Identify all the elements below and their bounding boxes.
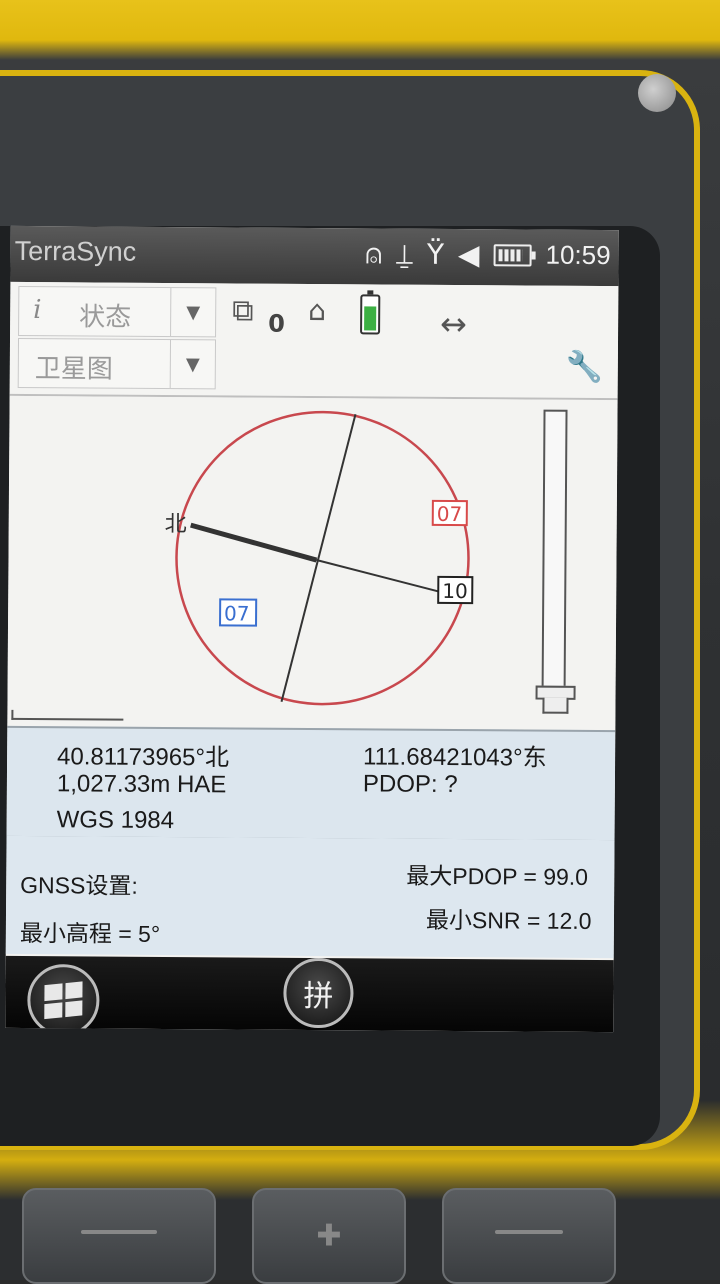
gnss-settings-title: GNSS设置: (20, 871, 138, 899)
clock[interactable]: 10:59 (545, 240, 610, 271)
hardware-left-softkey[interactable] (22, 1188, 216, 1284)
info-icon: i (33, 295, 42, 326)
toolbar: i 状态 ▼ 卫星图 ▼ ⧉ 0 ⌂ ↔ 🔧 (9, 281, 619, 401)
view-dropdown-label: 卫星图 (34, 354, 113, 385)
dash-icon (81, 1230, 157, 1234)
start-button[interactable] (27, 964, 100, 1033)
app-title: TerraSync (14, 235, 137, 267)
input-method-button[interactable]: 拼 (283, 957, 354, 1029)
wrench-icon[interactable]: 🔧 (566, 350, 604, 385)
north-label: 北 (165, 512, 187, 537)
receiver-connection-icon[interactable]: ⌂ (308, 294, 326, 327)
status-icons: ⍝ ⍊ Ÿ ◀ 10:59 (365, 237, 611, 271)
min-elevation-value: 最小高程 = 5° (19, 919, 161, 947)
sky-axis-line (316, 559, 445, 594)
chevron-down-icon[interactable]: ▼ (170, 288, 216, 337)
taskbar: 拼 (5, 955, 614, 1033)
min-snr-value: 最小SNR = 12.0 (425, 906, 592, 934)
hardware-right-softkey[interactable] (442, 1188, 616, 1284)
view-dropdown[interactable]: 卫星图 ▼ (17, 337, 217, 390)
section-dropdown[interactable]: i 状态 ▼ (18, 285, 217, 338)
snr-mask-slider-track[interactable] (541, 409, 568, 690)
device-sensor-dot (638, 74, 676, 112)
position-panel: 40.81173965°北 111.68421043°东 1,027.33m H… (6, 725, 616, 843)
status-bar: TerraSync ⍝ ⍊ Ÿ ◀ 10:59 (10, 225, 619, 287)
hardware-center-button[interactable]: ✚ (252, 1188, 406, 1284)
latitude-value: 40.81173965°北 (57, 743, 230, 772)
sky-axis-line (190, 522, 318, 563)
windows-logo-icon (44, 981, 83, 1020)
sky-plot-canvas: 北 07 10 07 (165, 410, 474, 706)
receiver-battery-icon[interactable] (360, 294, 381, 335)
gps-receiver-icon[interactable]: ⍊ (396, 237, 413, 270)
sky-plot[interactable]: 北 07 10 07 (7, 395, 618, 731)
height-value: 1,027.33m HAE (56, 770, 227, 799)
pdop-value: PDOP: ? (362, 770, 458, 799)
satellite-marker-10-black[interactable]: 10 (437, 575, 474, 605)
satellite-marker-07-blue[interactable]: 07 (219, 598, 258, 627)
signal-x-icon[interactable]: Ÿ (427, 237, 444, 270)
chevron-down-icon[interactable]: ▼ (169, 340, 216, 389)
dash-icon (495, 1230, 563, 1234)
battery-icon[interactable] (493, 243, 532, 267)
speaker-muted-icon[interactable]: ◀ (458, 238, 480, 271)
datum-value: WGS 1984 (56, 806, 175, 835)
snr-mask-slider-handle-base[interactable] (542, 697, 569, 714)
satellite-label: 10 (442, 579, 468, 603)
satellite-label: 07 (437, 502, 463, 526)
left-right-arrows-icon[interactable]: ↔ (440, 305, 467, 343)
screen: TerraSync ⍝ ⍊ Ÿ ◀ 10:59 i 状态 ▼ 卫星图 ▼ ⧉ 0 (5, 225, 619, 1033)
device-body: TerraSync ⍝ ⍊ Ÿ ◀ 10:59 i 状态 ▼ 卫星图 ▼ ⧉ 0 (0, 0, 720, 1284)
satellite-icon[interactable]: ⧉ (232, 293, 254, 328)
longitude-value: 111.68421043°东 (363, 743, 547, 772)
plus-icon: ✚ (316, 1218, 342, 1254)
satellite-count: 0 (268, 309, 285, 338)
max-pdop-value: 最大PDOP = 99.0 (406, 862, 589, 890)
gnss-settings-panel[interactable]: GNSS设置: 最大PDOP = 99.0 最小高程 = 5° 最小SNR = … (5, 835, 615, 959)
antenna-icon[interactable]: ⍝ (365, 237, 382, 270)
section-dropdown-label: 状态 (79, 302, 132, 333)
satellite-label: 07 (224, 601, 250, 625)
sky-axis-line (280, 414, 357, 703)
sky-horizon-circle (175, 410, 470, 706)
satellite-marker-07-red[interactable]: 07 (431, 499, 468, 527)
